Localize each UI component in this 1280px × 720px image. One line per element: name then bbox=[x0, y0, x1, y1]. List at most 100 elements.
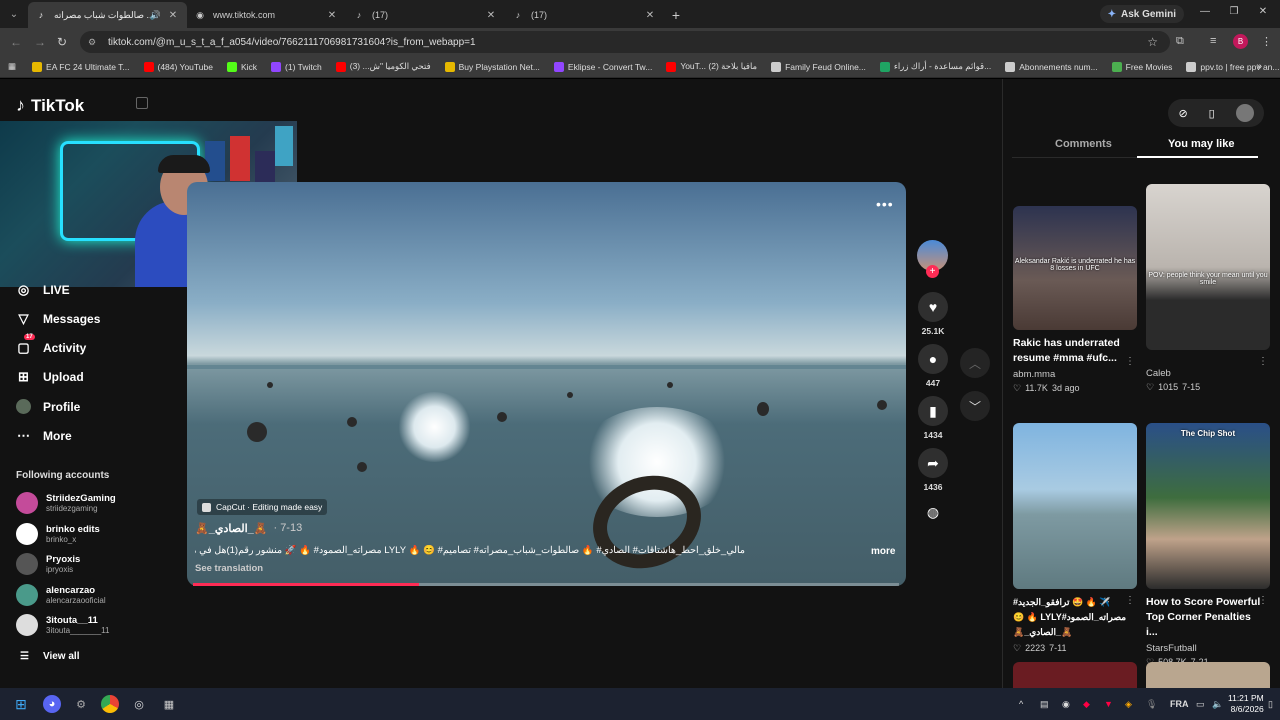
tray-app-icon[interactable]: ◈ bbox=[1125, 699, 1132, 710]
network-icon[interactable]: ▭ bbox=[1196, 699, 1205, 710]
bookmark-star-icon[interactable]: ☆ bbox=[1147, 35, 1158, 49]
phone-icon[interactable]: ▯ bbox=[1209, 107, 1215, 120]
bookmark-item[interactable]: قوائم مساعدة - أراك زراء... bbox=[879, 61, 991, 72]
nav-messages[interactable]: ▽ Messages bbox=[16, 311, 101, 327]
restore-icon[interactable]: ❐ bbox=[1225, 6, 1243, 17]
back-icon[interactable]: ← bbox=[10, 35, 22, 49]
comment-action[interactable]: ● 447 bbox=[917, 344, 949, 388]
nav-upload[interactable]: ⊞ Upload bbox=[16, 369, 84, 385]
windows-start-icon[interactable]: ⊞ bbox=[12, 695, 30, 713]
site-info-icon[interactable]: ⚙ bbox=[88, 37, 100, 48]
obs-icon[interactable]: ◎ bbox=[130, 695, 148, 713]
bookmark-item[interactable]: (484) YouTube bbox=[143, 61, 213, 72]
follow-plus-button[interactable]: + bbox=[926, 265, 939, 278]
tab-you-may-like[interactable]: You may like bbox=[1168, 138, 1234, 150]
card-options-icon[interactable]: ⋮ bbox=[1258, 595, 1268, 606]
recommended-video-card[interactable]: Aleksandar Rakić is underrated he has 8 … bbox=[1013, 206, 1137, 394]
steam-icon[interactable]: ◉ bbox=[1062, 699, 1070, 710]
media-controls-icon[interactable]: ≡ bbox=[1210, 35, 1216, 47]
close-tab-icon[interactable]: ✕ bbox=[167, 10, 179, 21]
card-options-icon[interactable]: ⋮ bbox=[1125, 356, 1135, 367]
close-tab-icon[interactable]: ✕ bbox=[644, 10, 656, 21]
browser-tab[interactable]: ♪ (17) ✕ bbox=[505, 2, 664, 28]
following-account[interactable]: Pryoxis ipryoxis bbox=[16, 553, 80, 575]
following-account[interactable]: 3itouta__11 3itouta_______11 bbox=[16, 614, 109, 636]
bookmark-item[interactable]: ppv.to | free ppv an... bbox=[1186, 61, 1280, 72]
bookmark-item[interactable]: (1) Twitch bbox=[271, 61, 322, 72]
bookmark-item[interactable]: Abonnements num... bbox=[1005, 61, 1098, 72]
collapse-sidebar-icon[interactable] bbox=[136, 97, 148, 109]
following-account[interactable]: alencarzao alencarzaooficial bbox=[16, 583, 106, 606]
system-clock[interactable]: 11:21 PM 8/6/2026 bbox=[1228, 693, 1264, 715]
close-tab-icon[interactable]: ✕ bbox=[326, 10, 338, 21]
nav-live[interactable]: ◎ LIVE bbox=[16, 282, 70, 298]
bookmark-item[interactable]: Eklipse - Convert Tw... bbox=[553, 61, 652, 72]
previous-video-button[interactable]: ︿ bbox=[960, 348, 990, 378]
recommended-video-card[interactable]: POV: people think your mean until you sm… bbox=[1146, 184, 1270, 393]
minimize-icon[interactable]: — bbox=[1196, 6, 1214, 17]
see-translation-link[interactable]: See translation bbox=[195, 563, 263, 574]
nav-profile[interactable]: Profile bbox=[16, 399, 80, 414]
bookmark-item[interactable]: Buy Playstation Net... bbox=[444, 61, 540, 72]
address-bar[interactable]: ⚙ tiktok.com/@m_u_s_t_a_f_a054/video/766… bbox=[80, 31, 1170, 53]
tab-search-button[interactable]: ⌄ bbox=[0, 0, 28, 28]
nav-more[interactable]: ⋯ More bbox=[16, 428, 72, 444]
caption-more-link[interactable]: more bbox=[871, 546, 895, 557]
notifications-icon[interactable]: ▯ bbox=[1268, 699, 1273, 710]
like-action[interactable]: ♥ 25.1K bbox=[917, 292, 949, 336]
video-thumbnail[interactable] bbox=[1146, 662, 1270, 688]
card-user[interactable]: abm.mma bbox=[1013, 369, 1137, 380]
save-action[interactable]: ▮ 1434 bbox=[917, 396, 949, 440]
forward-icon[interactable]: → bbox=[34, 35, 46, 49]
apps-icon[interactable]: ▦ bbox=[8, 61, 16, 72]
video-more-options-icon[interactable]: ••• bbox=[876, 196, 894, 212]
card-options-icon[interactable]: ⋮ bbox=[1125, 595, 1135, 606]
capcut-link[interactable]: CapCut · Editing made easy bbox=[197, 499, 328, 515]
input-language[interactable]: FRA bbox=[1170, 699, 1189, 709]
video-progress-bar[interactable] bbox=[193, 583, 899, 586]
new-tab-button[interactable]: + bbox=[664, 2, 688, 28]
bookmark-item[interactable]: Family Feud Online... bbox=[771, 61, 866, 72]
tray-app-icon[interactable]: ◆ bbox=[1083, 699, 1090, 710]
discord-icon[interactable]: ◕ bbox=[43, 695, 61, 713]
user-avatar[interactable] bbox=[1235, 104, 1254, 122]
chevron-up-icon[interactable]: ^ bbox=[1019, 699, 1023, 709]
close-tab-icon[interactable]: ✕ bbox=[485, 10, 497, 21]
bookmark-item[interactable]: فتحي الكوميا "ش... (3) bbox=[335, 61, 431, 72]
card-user[interactable]: Caleb bbox=[1146, 368, 1270, 379]
video-thumbnail[interactable]: The Chip Shot bbox=[1146, 423, 1270, 589]
following-account[interactable]: brinko edits brinko_x bbox=[16, 522, 100, 545]
nav-activity[interactable]: ▢ 17 Activity bbox=[16, 334, 86, 356]
video-thumbnail[interactable] bbox=[1013, 662, 1137, 688]
music-disc-icon[interactable]: ◍ bbox=[917, 504, 949, 521]
browser-tab[interactable]: ♪ (17) ✕ bbox=[346, 2, 505, 28]
share-action[interactable]: ➦ 1436 bbox=[917, 448, 949, 492]
tray-app-icon[interactable]: ▤ bbox=[1040, 699, 1049, 710]
speaker-icon[interactable]: 🔊 bbox=[150, 10, 161, 21]
tab-comments[interactable]: Comments bbox=[1055, 138, 1112, 150]
video-thumbnail[interactable]: POV: people think your mean until you sm… bbox=[1146, 184, 1270, 350]
settings-icon[interactable]: ⚙ bbox=[72, 695, 90, 713]
video-thumbnail[interactable]: Aleksandar Rakić is underrated he has 8 … bbox=[1013, 206, 1137, 330]
next-video-button[interactable]: ﹀ bbox=[960, 391, 990, 421]
card-options-icon[interactable]: ⋮ bbox=[1258, 356, 1268, 367]
browser-tab-active[interactable]: ♪ صالطوات شباب مصراته ... 🔊 ✕ bbox=[28, 2, 187, 28]
volume-icon[interactable]: 🔈 bbox=[1212, 699, 1223, 710]
following-account[interactable]: StriidezGaming striidezgaming bbox=[16, 492, 116, 514]
video-thumbnail[interactable] bbox=[1013, 423, 1137, 589]
browser-tab[interactable]: ◉ www.tiktok.com ✕ bbox=[187, 2, 346, 28]
compass-icon[interactable]: ⊘ bbox=[1178, 107, 1187, 120]
extensions-icon[interactable]: ⧉ bbox=[1176, 35, 1184, 48]
reload-icon[interactable]: ↻ bbox=[57, 35, 67, 49]
close-window-icon[interactable]: ✕ bbox=[1254, 6, 1272, 17]
video-author[interactable]: 🧸_الصادي_🧸 bbox=[195, 522, 267, 535]
view-all-button[interactable]: ☰ View all bbox=[20, 651, 79, 662]
tiktok-logo[interactable]: ♪ TikTok bbox=[16, 95, 84, 116]
microphone-icon[interactable]: 🎙 bbox=[1146, 699, 1157, 710]
card-user[interactable]: StarsFutball bbox=[1146, 643, 1270, 654]
more-bookmarks-icon[interactable]: » bbox=[1256, 61, 1262, 72]
profile-avatar[interactable]: B bbox=[1233, 34, 1248, 49]
chrome-icon[interactable] bbox=[101, 695, 119, 713]
kebab-menu-icon[interactable]: ⋮ bbox=[1261, 35, 1272, 48]
ask-gemini-button[interactable]: ✦ Ask Gemini bbox=[1099, 5, 1184, 23]
